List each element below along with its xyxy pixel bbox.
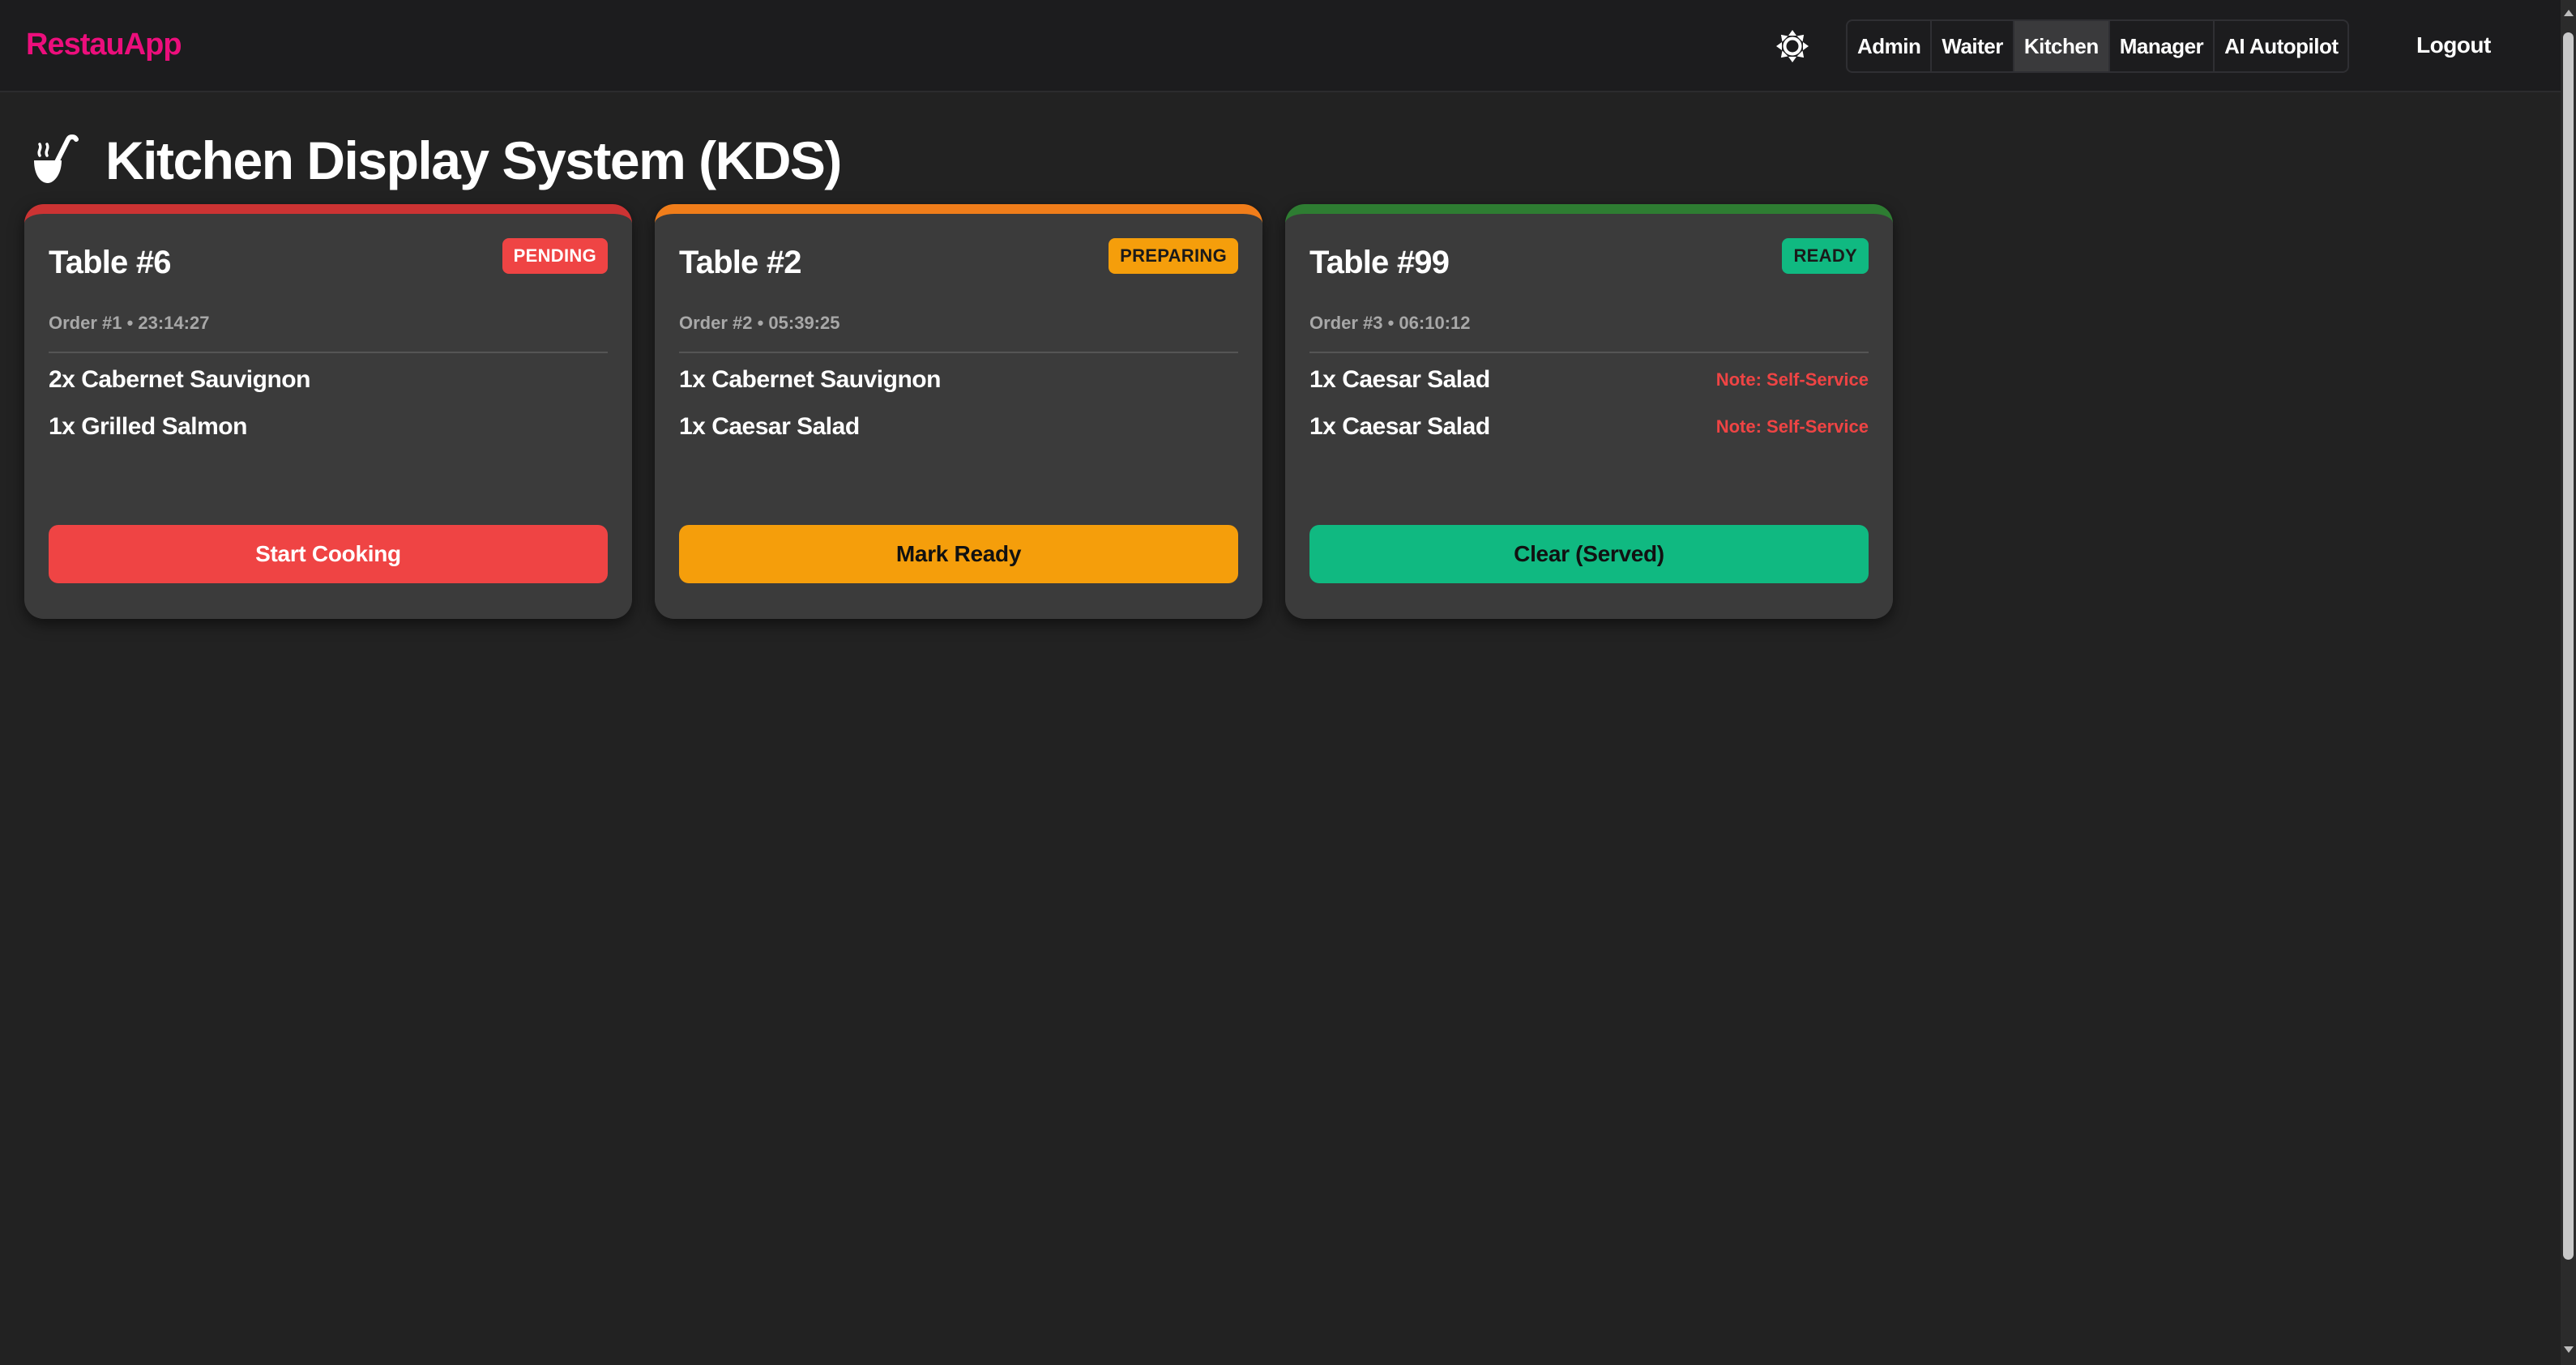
order-meta: Order #3 • 06:10:12 xyxy=(1309,313,1471,333)
item-note: Note: Self-Service xyxy=(1715,416,1869,437)
logout-button[interactable]: Logout xyxy=(2416,32,2491,58)
order-item: 1x Cabernet Sauvignon xyxy=(679,366,1238,413)
page-header: Kitchen Display System (KDS) xyxy=(29,130,842,191)
item-name: 1x Caesar Salad xyxy=(1309,366,1490,393)
order-card: Table #99 READY Order #3 • 06:10:12 1x C… xyxy=(1285,204,1893,619)
order-item: 1x Caesar Salad Note: Self-Service xyxy=(1309,413,1869,460)
nav-ai-autopilot-button[interactable]: AI Autopilot xyxy=(2215,21,2347,71)
scrollbar-thumb[interactable] xyxy=(2563,32,2574,1260)
nav-kitchen-button[interactable]: Kitchen xyxy=(2014,21,2110,71)
order-item: 1x Caesar Salad xyxy=(679,413,1238,460)
item-name: 1x Cabernet Sauvignon xyxy=(679,366,941,393)
divider xyxy=(49,352,608,353)
order-meta: Order #1 • 23:14:27 xyxy=(49,313,210,333)
order-items: 1x Cabernet Sauvignon 1x Caesar Salad xyxy=(679,366,1238,460)
item-name: 2x Cabernet Sauvignon xyxy=(49,366,310,393)
divider xyxy=(1309,352,1869,353)
item-note: Note: Self-Service xyxy=(1715,369,1869,390)
status-badge: PENDING xyxy=(502,238,608,274)
order-card-header: Table #99 READY xyxy=(1309,214,1869,287)
order-item: 2x Cabernet Sauvignon xyxy=(49,366,608,413)
order-card-header: Table #2 PREPARING xyxy=(679,214,1238,287)
status-badge: PREPARING xyxy=(1109,238,1238,274)
nav-manager-button[interactable]: Manager xyxy=(2110,21,2215,71)
order-cards: Table #6 PENDING Order #1 • 23:14:27 2x … xyxy=(24,204,1893,619)
page-title: Kitchen Display System (KDS) xyxy=(105,130,842,190)
brand-logo[interactable]: RestauApp xyxy=(26,28,182,62)
table-number: Table #2 xyxy=(679,245,802,280)
order-card: Table #6 PENDING Order #1 • 23:14:27 2x … xyxy=(24,204,632,619)
item-name: 1x Caesar Salad xyxy=(1309,413,1490,440)
order-item: 1x Grilled Salmon xyxy=(49,413,608,460)
mark-ready-button[interactable]: Mark Ready xyxy=(679,525,1238,583)
order-item: 1x Caesar Salad Note: Self-Service xyxy=(1309,366,1869,413)
theme-toggle-button[interactable] xyxy=(1775,28,1810,64)
order-meta: Order #2 • 05:39:25 xyxy=(679,313,840,333)
sun-icon xyxy=(1776,30,1809,62)
table-number: Table #99 xyxy=(1309,245,1450,280)
nav-admin-button[interactable]: Admin xyxy=(1848,21,1933,71)
clear-served-button[interactable]: Clear (Served) xyxy=(1309,525,1869,583)
order-card-header: Table #6 PENDING xyxy=(49,214,608,287)
scroll-down-icon[interactable] xyxy=(2564,1346,2574,1353)
order-items: 2x Cabernet Sauvignon 1x Grilled Salmon xyxy=(49,366,608,460)
order-items: 1x Caesar Salad Note: Self-Service 1x Ca… xyxy=(1309,366,1869,460)
vertical-scrollbar[interactable] xyxy=(2561,0,2576,1365)
role-nav: Admin Waiter Kitchen Manager AI Autopilo… xyxy=(1846,19,2350,73)
item-name: 1x Grilled Salmon xyxy=(49,413,247,440)
start-cooking-button[interactable]: Start Cooking xyxy=(49,525,608,583)
ladle-icon xyxy=(34,134,79,183)
order-card: Table #2 PREPARING Order #2 • 05:39:25 1… xyxy=(655,204,1262,619)
top-navbar: RestauApp Admin Waiter Kitchen Manager A… xyxy=(0,0,2561,92)
item-name: 1x Caesar Salad xyxy=(679,413,860,440)
table-number: Table #6 xyxy=(49,245,172,280)
status-badge: READY xyxy=(1782,238,1869,274)
nav-waiter-button[interactable]: Waiter xyxy=(1932,21,2014,71)
scroll-up-icon[interactable] xyxy=(2564,10,2574,16)
divider xyxy=(679,352,1238,353)
